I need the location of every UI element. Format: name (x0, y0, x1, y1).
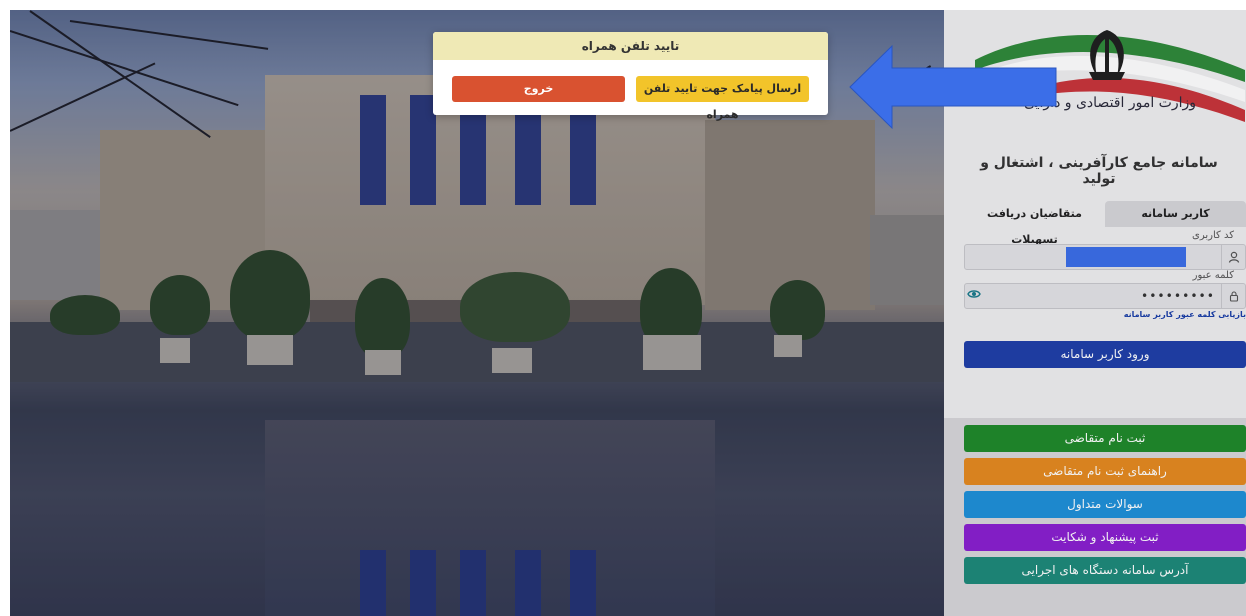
exit-button[interactable]: خروج (452, 76, 625, 102)
annotation-arrow (849, 44, 1057, 130)
phone-verification-dialog: تایید تلفن همراه ارسال پیامک جهت تایید ت… (433, 32, 828, 121)
send-sms-button[interactable]: ارسال پیامک جهت تایید تلفن همراه (636, 76, 809, 121)
dialog-title: تایید تلفن همراه (433, 32, 828, 60)
